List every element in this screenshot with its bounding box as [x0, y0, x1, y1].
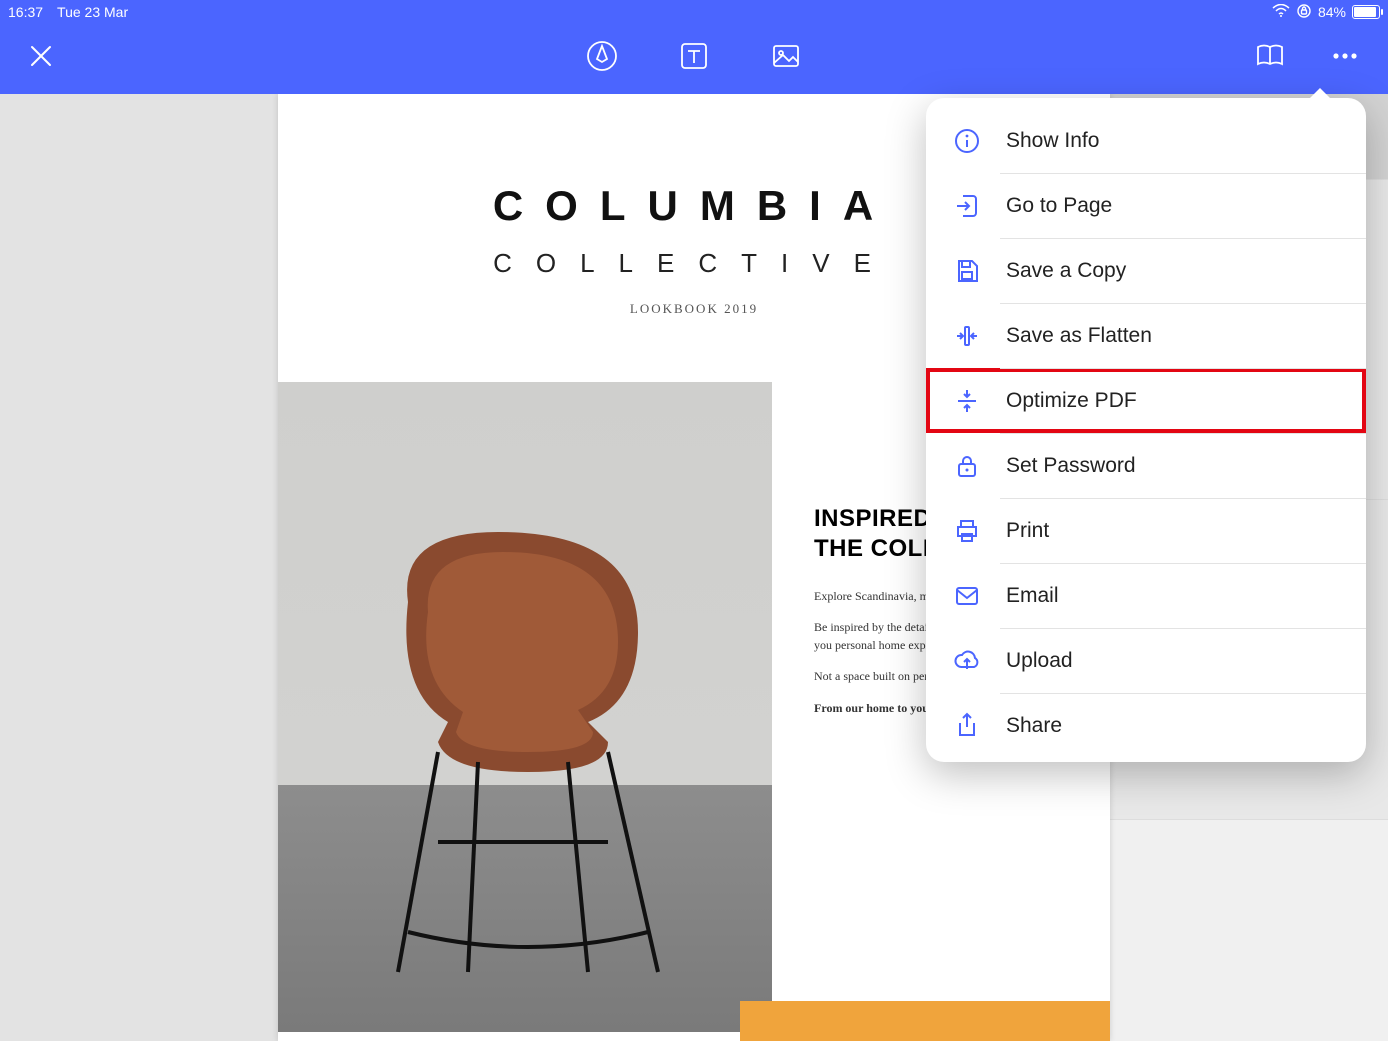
menu-save-flatten[interactable]: Save as Flatten [926, 303, 1366, 368]
menu-save-copy[interactable]: Save a Copy [926, 238, 1366, 303]
page-arrow-icon [952, 191, 982, 221]
menu-go-to-page[interactable]: Go to Page [926, 173, 1366, 238]
menu-share[interactable]: Share [926, 693, 1366, 758]
cloud-upload-icon [952, 646, 982, 676]
text-tool-button[interactable] [677, 39, 711, 73]
menu-label: Save as Flatten [1006, 324, 1152, 348]
menu-print[interactable]: Print [926, 498, 1366, 563]
save-icon [952, 256, 982, 286]
menu-optimize-pdf[interactable]: Optimize PDF [926, 368, 1366, 433]
optimize-icon [952, 386, 982, 416]
close-button[interactable] [28, 43, 54, 69]
menu-label: Upload [1006, 649, 1073, 673]
info-icon [952, 126, 982, 156]
menu-label: Optimize PDF [1006, 389, 1137, 413]
status-time: 16:37 [8, 4, 43, 20]
mail-icon [952, 581, 982, 611]
print-icon [952, 516, 982, 546]
lock-icon [952, 451, 982, 481]
menu-label: Save a Copy [1006, 259, 1126, 283]
more-menu-button[interactable] [1330, 41, 1360, 71]
reader-view-button[interactable] [1254, 40, 1286, 72]
annotate-pen-button[interactable] [585, 39, 619, 73]
app-toolbar [0, 24, 1388, 94]
image-tool-button[interactable] [769, 39, 803, 73]
hero-image [278, 382, 772, 1032]
accent-band [740, 1001, 1110, 1041]
menu-label: Set Password [1006, 454, 1136, 478]
more-options-menu: Show Info Go to Page Save a Copy Save as… [926, 98, 1366, 762]
menu-label: Share [1006, 714, 1062, 738]
menu-label: Email [1006, 584, 1059, 608]
menu-show-info[interactable]: Show Info [926, 108, 1366, 173]
orientation-lock-icon [1296, 3, 1312, 22]
menu-upload[interactable]: Upload [926, 628, 1366, 693]
menu-email[interactable]: Email [926, 563, 1366, 628]
menu-set-password[interactable]: Set Password [926, 433, 1366, 498]
share-icon [952, 711, 982, 741]
wifi-icon [1272, 4, 1290, 21]
status-date: Tue 23 Mar [57, 4, 128, 20]
status-bar: 16:37 Tue 23 Mar 84% [0, 0, 1388, 24]
flatten-icon [952, 321, 982, 351]
menu-label: Print [1006, 519, 1049, 543]
menu-label: Show Info [1006, 129, 1099, 153]
menu-label: Go to Page [1006, 194, 1112, 218]
battery-percent: 84% [1318, 4, 1346, 20]
battery-icon [1352, 5, 1380, 19]
